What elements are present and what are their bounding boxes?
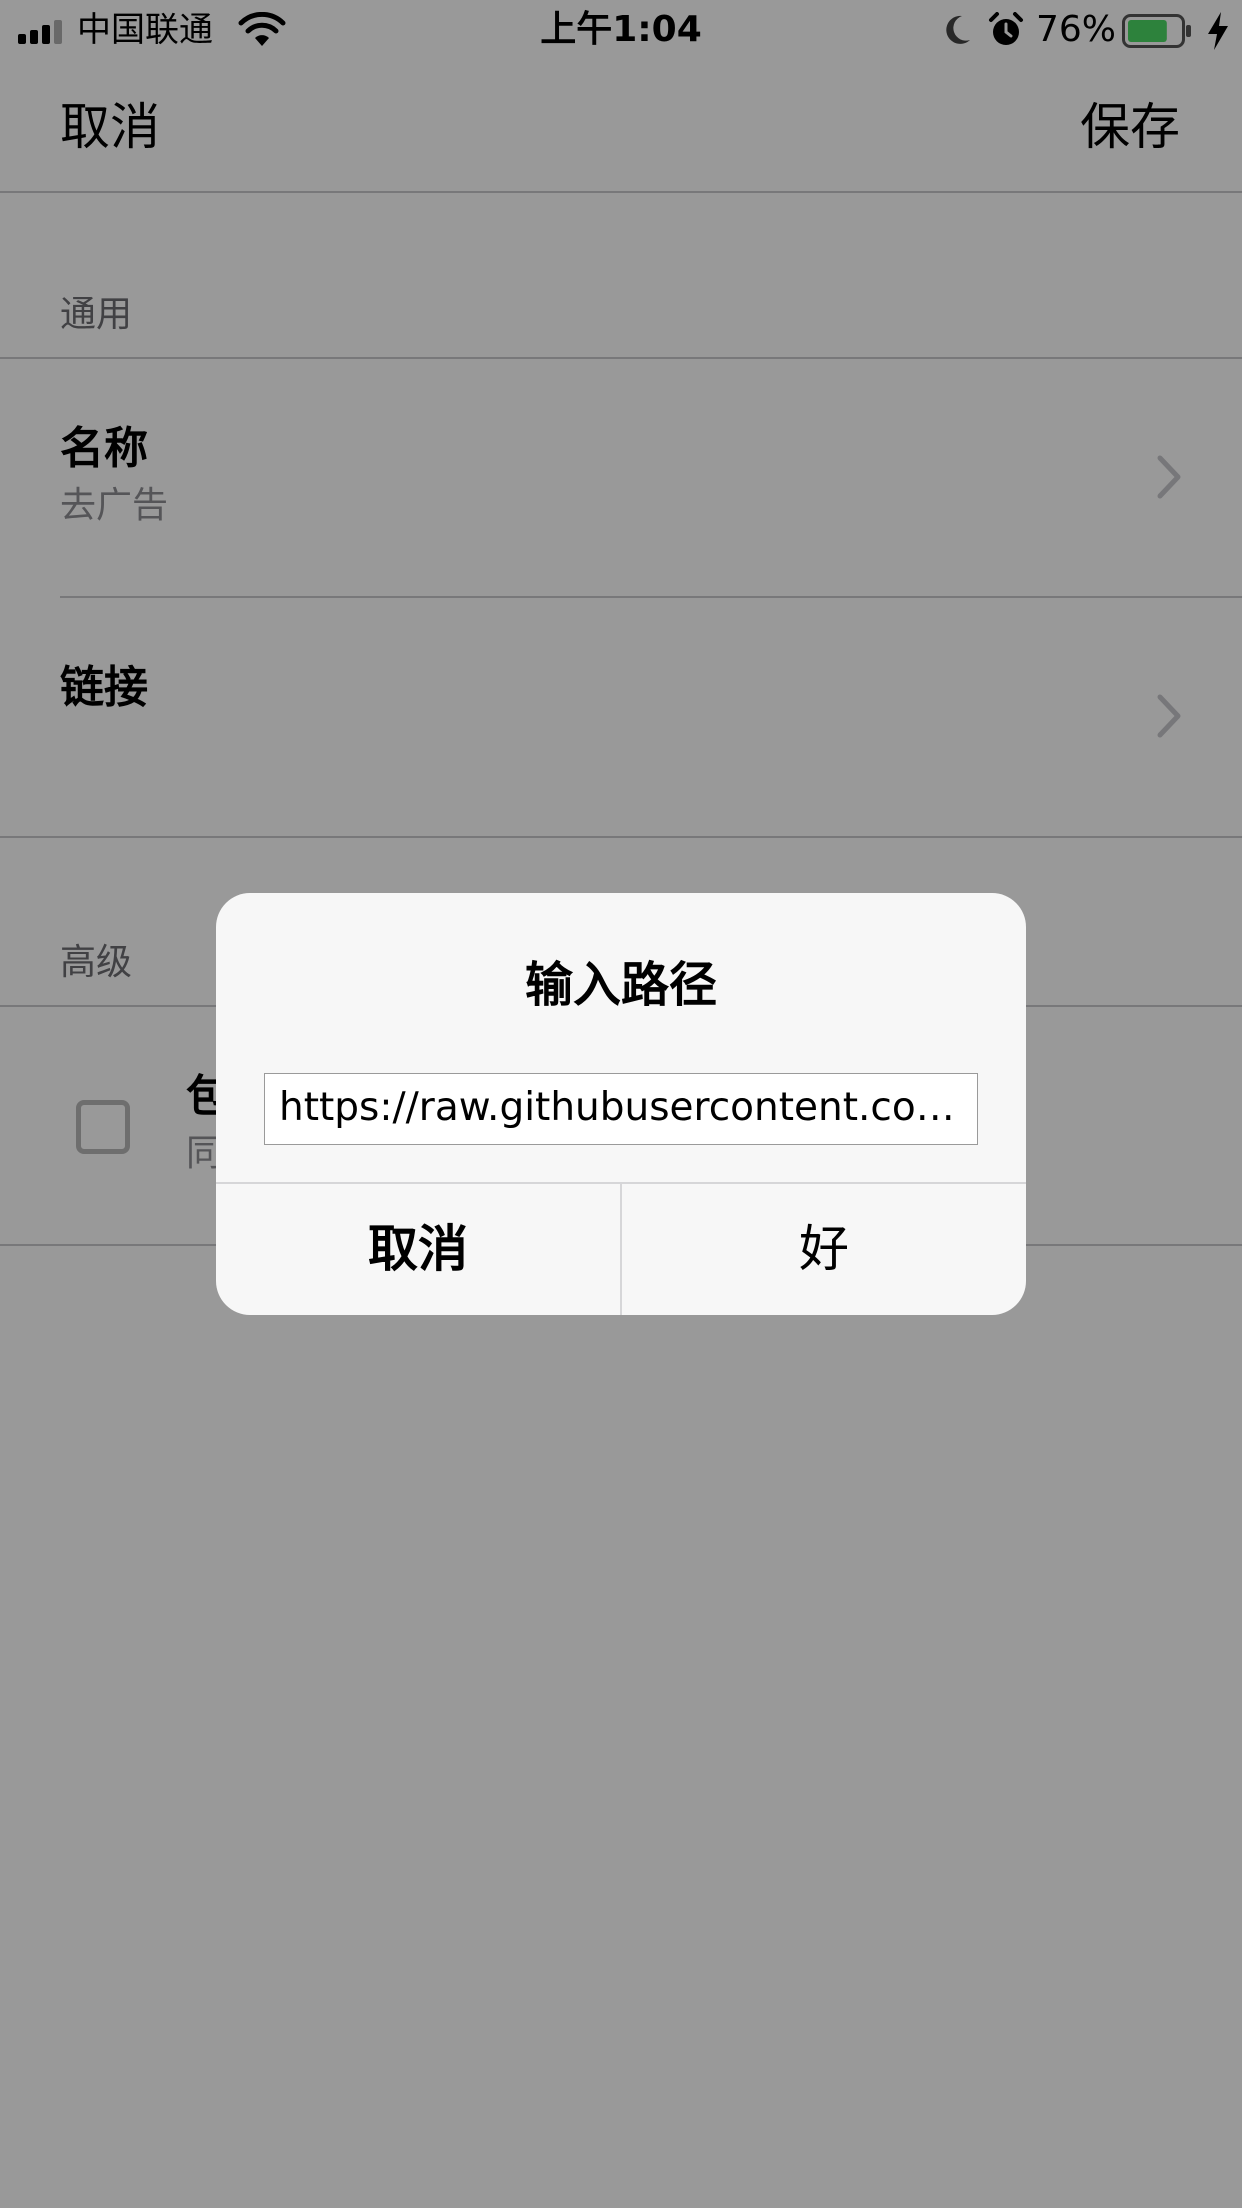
dialog-cancel-button[interactable]: 取消 — [216, 1183, 620, 1315]
dialog-ok-button[interactable]: 好 — [622, 1183, 1026, 1315]
path-input[interactable]: https://raw.githubusercontent.com/l... — [264, 1073, 978, 1145]
input-path-dialog: 输入路径 https://raw.githubusercontent.com/l… — [216, 893, 1026, 1315]
dialog-title: 输入路径 — [524, 957, 717, 1013]
